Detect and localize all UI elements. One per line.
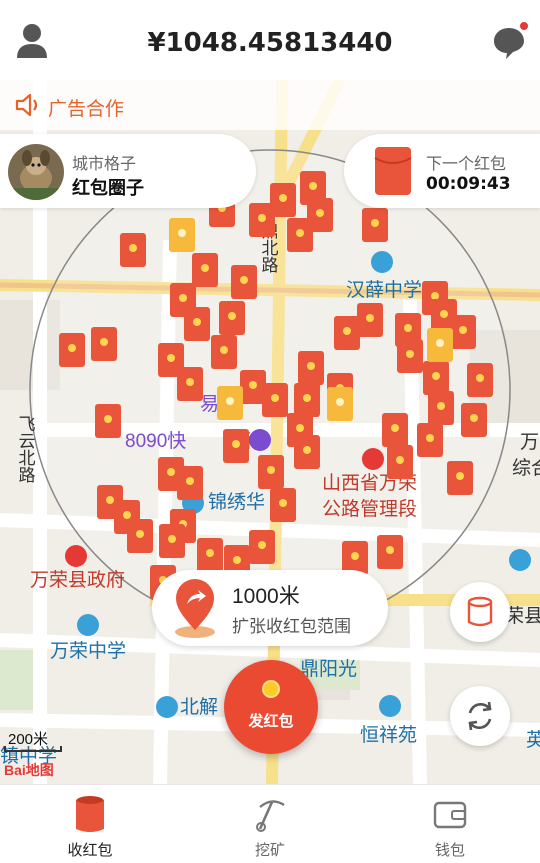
red-packet-marker[interactable]: [423, 361, 449, 395]
city-title: 红包圈子: [72, 178, 144, 198]
red-packet-marker[interactable]: [450, 315, 476, 349]
red-packet-marker[interactable]: [223, 429, 249, 463]
red-packet-marker[interactable]: [270, 488, 296, 522]
red-packet-marker[interactable]: [159, 524, 185, 558]
red-packet-marker[interactable]: [362, 208, 388, 242]
red-packet-marker[interactable]: [177, 466, 203, 500]
next-packet-card[interactable]: 下一个红包 00:09:43: [344, 134, 540, 208]
red-packet-marker[interactable]: [461, 403, 487, 437]
red-packet-marker[interactable]: [447, 461, 473, 495]
refresh-button[interactable]: [450, 686, 510, 746]
red-packet-marker[interactable]: [59, 333, 85, 367]
map-logo: Bai地图: [4, 762, 54, 778]
coin-icon: [262, 680, 280, 698]
red-packet-marker[interactable]: [467, 363, 493, 397]
red-packet-marker[interactable]: [262, 383, 288, 417]
refresh-icon: [468, 701, 492, 731]
nav-label: 钱包: [434, 842, 465, 859]
balance-amount: ¥1048.45813440: [147, 28, 393, 58]
red-packet-marker[interactable]: [294, 435, 320, 469]
map-label: 鼎阳光: [300, 658, 357, 680]
red-packet-marker[interactable]: [334, 316, 360, 350]
pickaxe-icon: [256, 800, 285, 832]
speaker-icon: [15, 93, 38, 117]
red-packet-marker[interactable]: [428, 391, 454, 425]
dog-photo-icon: [8, 144, 64, 200]
red-packet-marker[interactable]: [387, 445, 413, 479]
map-label: 恒祥苑: [360, 724, 417, 746]
nav-item-mining[interactable]: 挖矿: [180, 785, 360, 863]
ad-bar[interactable]: 广告合作: [0, 80, 540, 130]
red-packet-marker[interactable]: [287, 218, 313, 252]
cylinder-icon: [467, 596, 493, 627]
bottom-nav: 收红包 挖矿 钱包: [0, 784, 540, 863]
street-label: 飞云北路: [16, 415, 36, 483]
wallet-icon: [433, 801, 467, 829]
map-label: 万荣县政府: [30, 569, 125, 591]
red-packet-marker[interactable]: [249, 203, 275, 237]
map-label: 综合: [512, 457, 540, 479]
red-packet-marker[interactable]: [127, 519, 153, 553]
red-packet-marker[interactable]: [217, 386, 243, 420]
red-packet-marker[interactable]: [169, 218, 195, 252]
location-pin-icon: [175, 579, 215, 638]
red-packet-marker[interactable]: [427, 328, 453, 362]
city-avatar: [8, 144, 64, 200]
red-packet-marker[interactable]: [327, 387, 353, 421]
red-envelope-icon: [374, 147, 412, 195]
map-label: 万荣中学: [50, 640, 126, 662]
city-grid-card[interactable]: 城市格子 红包圈子: [0, 134, 256, 208]
map-label: 公路管理段: [322, 498, 417, 520]
map-label: 锦绣华: [208, 491, 265, 513]
red-packet-marker[interactable]: [258, 455, 284, 489]
red-packet-marker[interactable]: [219, 301, 245, 335]
expand-description: 扩张收红包范围: [232, 617, 351, 636]
map-label: 万: [520, 432, 539, 453]
red-packet-icon: [76, 796, 104, 832]
red-packet-marker[interactable]: [377, 535, 403, 569]
red-packet-marker[interactable]: [231, 265, 257, 299]
nav-item-wallet[interactable]: 钱包: [360, 785, 540, 863]
unread-badge: [518, 20, 530, 32]
expand-range-button[interactable]: 1000米 扩张收红包范围: [152, 570, 388, 646]
red-packet-marker[interactable]: [120, 233, 146, 267]
red-packet-marker[interactable]: [211, 335, 237, 369]
map-label: 8090快: [125, 430, 186, 452]
nav-label: 挖矿: [254, 842, 285, 859]
expand-distance: 1000米: [232, 585, 300, 608]
red-packet-marker[interactable]: [177, 367, 203, 401]
map-label: 荣县: [505, 605, 540, 627]
nav-label: 收红包: [67, 842, 113, 859]
ad-label: 广告合作: [48, 99, 125, 120]
packet-list-button[interactable]: [450, 582, 510, 642]
city-subtitle: 城市格子: [72, 156, 137, 173]
red-packet-marker[interactable]: [192, 253, 218, 287]
send-label: 发红包: [248, 713, 294, 730]
red-packet-marker[interactable]: [397, 339, 423, 373]
red-packet-marker[interactable]: [249, 530, 275, 564]
map-label: 北解: [180, 696, 218, 718]
nav-item-receive[interactable]: 收红包: [0, 785, 180, 863]
red-packet-marker[interactable]: [91, 327, 117, 361]
map-label: 汉薛中学: [346, 279, 422, 301]
red-packet-marker[interactable]: [95, 404, 121, 438]
red-packet-marker[interactable]: [382, 413, 408, 447]
red-packet-marker[interactable]: [197, 538, 223, 572]
top-bar: ¥1048.45813440: [0, 0, 540, 80]
red-packet-marker[interactable]: [294, 383, 320, 417]
send-red-packet-button[interactable]: 发红包: [224, 660, 318, 754]
next-packet-label: 下一个红包: [426, 156, 507, 173]
map-scale-bar: [4, 746, 62, 752]
red-packet-marker[interactable]: [417, 423, 443, 457]
map-label: 英: [526, 729, 540, 751]
red-packet-marker[interactable]: [357, 303, 383, 337]
next-packet-timer: 00:09:43: [426, 174, 511, 194]
red-packet-marker[interactable]: [298, 351, 324, 385]
red-packet-marker[interactable]: [184, 307, 210, 341]
